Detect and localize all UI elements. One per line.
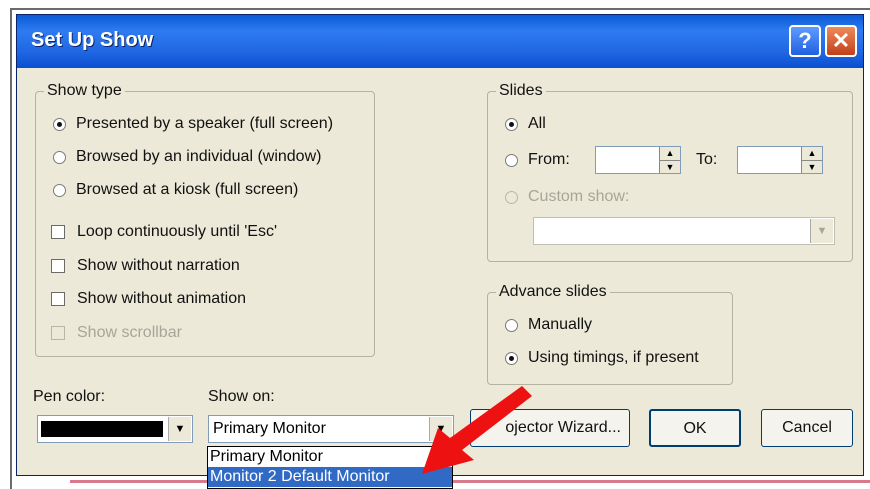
to-label: To: [696,151,718,168]
radio-button-icon [53,117,66,131]
advance-slides-group: Advance slides [487,283,733,385]
checkbox-loop-continuously[interactable]: Loop continuously until 'Esc' [51,223,277,241]
radio-browsed-at-kiosk[interactable]: Browsed at a kiosk (full screen) [53,181,298,199]
radio-button-icon [505,190,518,204]
slides-legend: Slides [499,82,543,99]
radio-from-slides[interactable]: From: [505,151,570,169]
radio-label: Using timings, if present [528,349,699,366]
checkbox-without-narration[interactable]: Show without narration [51,257,240,275]
radio-label: Browsed by an individual (window) [76,148,322,165]
checkbox-label: Show scrollbar [77,324,182,341]
radio-browsed-by-individual[interactable]: Browsed by an individual (window) [53,148,321,166]
help-icon[interactable]: ? [789,25,821,57]
ok-button[interactable]: OK [649,409,741,447]
radio-presented-by-speaker[interactable]: Presented by a speaker (full screen) [53,115,333,133]
title-bar: Set Up Show ? ✕ [17,15,863,68]
checkbox-icon [51,326,65,340]
to-slide-spinner[interactable]: ▲ ▼ [737,146,823,174]
background-line [70,480,870,483]
radio-custom-show: Custom show: [505,188,629,206]
show-type-legend: Show type [47,82,122,99]
radio-all-slides[interactable]: All [505,115,546,133]
checkbox-without-animation[interactable]: Show without animation [51,290,246,308]
show-on-label: Show on: [208,388,275,405]
spin-up-icon[interactable]: ▲ [802,147,822,161]
radio-button-icon [505,117,518,131]
radio-label: Presented by a speaker (full screen) [76,115,334,132]
radio-label: Manually [528,316,593,333]
checkbox-icon [51,259,65,273]
checkbox-show-scrollbar: Show scrollbar [51,324,182,342]
chevron-down-icon[interactable]: ▼ [168,417,191,441]
radio-button-icon [505,153,518,167]
red-arrow-shape [422,386,532,474]
checkbox-icon [51,292,65,306]
checkbox-icon [51,225,65,239]
show-on-value: Primary Monitor [213,420,326,437]
advance-slides-legend: Advance slides [499,283,607,300]
checkbox-label: Show without narration [77,257,240,274]
spin-up-icon[interactable]: ▲ [660,147,680,161]
pen-color-select[interactable]: ▼ [37,415,193,443]
pen-color-swatch [41,421,163,437]
spin-down-icon[interactable]: ▼ [660,161,680,174]
radio-label: From: [528,151,570,168]
radio-button-icon [505,318,518,332]
background-frame-left [10,8,12,489]
dialog-title: Set Up Show [31,29,154,51]
from-slide-spinner[interactable]: ▲ ▼ [595,146,681,174]
radio-label: Browsed at a kiosk (full screen) [76,181,299,198]
background-frame-top [10,8,870,10]
red-arrow-annotation [422,386,532,474]
radio-label: All [528,115,546,132]
spinner-buttons[interactable]: ▲ ▼ [801,147,822,173]
radio-using-timings[interactable]: Using timings, if present [505,349,699,367]
radio-button-icon [505,351,518,365]
close-icon[interactable]: ✕ [825,25,857,57]
chevron-down-icon: ▼ [810,219,833,243]
checkbox-label: Loop continuously until 'Esc' [77,223,278,240]
custom-show-select: ▼ [533,217,835,245]
radio-button-icon [53,150,66,164]
spinner-buttons[interactable]: ▲ ▼ [659,147,680,173]
checkbox-label: Show without animation [77,290,246,307]
radio-manually[interactable]: Manually [505,316,592,334]
radio-label: Custom show: [528,188,630,205]
radio-button-icon [53,183,66,197]
pen-color-label: Pen color: [33,388,106,405]
spin-down-icon[interactable]: ▼ [802,161,822,174]
cancel-button[interactable]: Cancel [761,409,853,447]
